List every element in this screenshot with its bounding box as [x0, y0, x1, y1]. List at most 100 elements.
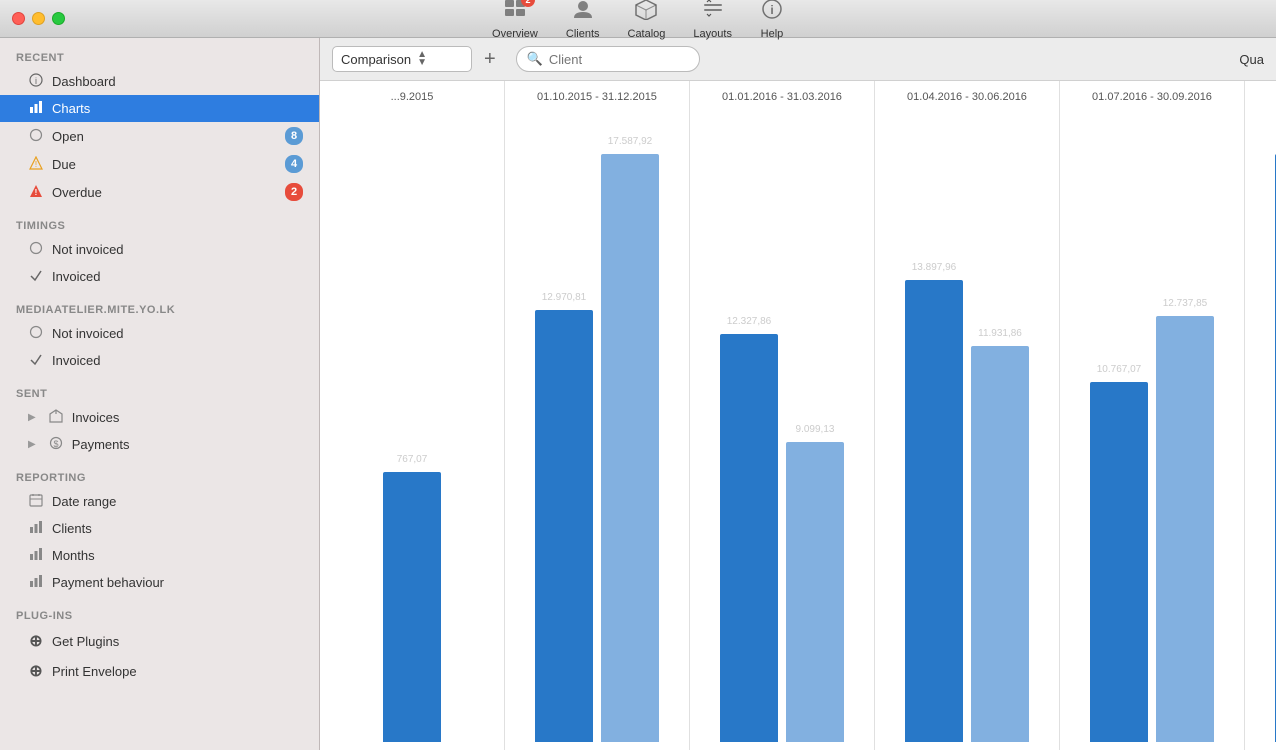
add-button[interactable]: + — [480, 48, 500, 71]
content-toolbar: Comparison ▲ ▼ + 🔍 Qua — [320, 38, 1276, 81]
sidebar-item-payment-behaviour[interactable]: Payment behaviour — [0, 569, 319, 596]
invoiced-timings-icon — [28, 268, 44, 285]
invoices-icon — [48, 409, 64, 426]
svg-text:i: i — [35, 76, 37, 86]
close-button[interactable] — [12, 12, 25, 25]
overview-label: Overview — [492, 28, 538, 40]
sidebar-item-invoiced-media[interactable]: Invoiced — [0, 347, 319, 374]
chart-columns-container: ...9.2015767,0701.10.2015 - 31.12.201512… — [320, 81, 1276, 750]
chart-bars-group: 13.897,9611.931,86 — [881, 117, 1053, 750]
toolbar-overview[interactable]: 2 Overview — [492, 0, 538, 40]
chart-column-col6: 01.10.2016 - 31...17.587,926.5... — [1245, 81, 1276, 750]
bar-value-label: 9.099,13 — [796, 424, 835, 435]
overview-icon: 2 — [503, 0, 527, 26]
chart-bar[interactable]: 9.099,13 — [786, 442, 844, 742]
sidebar-item-not-invoiced-media[interactable]: Not invoiced — [0, 320, 319, 347]
chart-bar[interactable]: 12.327,86 — [720, 334, 778, 742]
titlebar: 2 Overview Clients — [0, 0, 1276, 38]
chart-bar[interactable]: 12.970,81 — [535, 310, 593, 742]
sidebar-open-label: Open — [52, 129, 277, 144]
toolbar-catalog[interactable]: Catalog — [628, 0, 666, 40]
toolbar-layouts[interactable]: Layouts — [693, 0, 732, 40]
sidebar: RECENT i Dashboard Charts Open 8 ! — [0, 38, 320, 750]
toolbar-clients[interactable]: Clients — [566, 0, 600, 40]
catalog-label: Catalog — [628, 28, 666, 40]
section-sent: SENT — [0, 374, 319, 404]
sidebar-item-invoices[interactable]: ▶ Invoices — [0, 404, 319, 431]
section-timings: TIMINGS — [0, 206, 319, 236]
chart-column-col1: ...9.2015 767,07 — [320, 81, 505, 750]
get-plugins-icon: ⊕ — [28, 631, 44, 651]
chart-bars-group: 12.970,8117.587,92 — [511, 117, 683, 750]
bar-value-label: 17.587,92 — [608, 136, 653, 147]
column-label: Qua — [1239, 52, 1264, 67]
sidebar-item-months[interactable]: Months — [0, 542, 319, 569]
help-icon: i — [760, 0, 784, 26]
traffic-lights — [12, 12, 65, 25]
chart-bar[interactable]: 13.897,96 — [905, 280, 963, 742]
toolbar-help[interactable]: i Help — [760, 0, 784, 40]
overdue-icon: ! — [28, 184, 44, 201]
sidebar-item-date-range[interactable]: Date range — [0, 488, 319, 515]
payment-behaviour-icon — [28, 574, 44, 591]
due-icon: ! — [28, 156, 44, 173]
sidebar-dashboard-label: Dashboard — [52, 74, 303, 89]
bar-value-label: 767,07 — [397, 454, 428, 465]
chart-bar[interactable]: 17.587,92 — [601, 154, 659, 742]
months-icon — [28, 547, 44, 564]
layouts-icon — [701, 0, 725, 26]
minimize-button[interactable] — [32, 12, 45, 25]
bar-value-label: 10.767,07 — [1097, 364, 1142, 375]
open-count: 8 — [285, 127, 303, 145]
search-input[interactable] — [549, 52, 689, 67]
sidebar-item-get-plugins[interactable]: ⊕ Get Plugins — [0, 626, 319, 656]
open-icon — [28, 128, 44, 145]
sidebar-invoices-label: Invoices — [72, 410, 303, 425]
sidebar-item-open[interactable]: Open 8 — [0, 122, 319, 150]
chart-column-col4: 01.04.2016 - 30.06.201613.897,9611.931,8… — [875, 81, 1060, 750]
dropdown-arrow: ▲ ▼ — [417, 51, 427, 67]
bar-value-label: 12.970,81 — [542, 292, 587, 303]
sidebar-item-dashboard[interactable]: i Dashboard — [0, 68, 319, 95]
chart-bars-group: 767,07 — [326, 117, 498, 750]
chart-bars-group: 10.767,0712.737,85 — [1066, 117, 1238, 750]
section-reporting: REPORTING — [0, 458, 319, 488]
bar-value-label: 12.327,86 — [727, 316, 772, 327]
sidebar-not-invoiced-media-label: Not invoiced — [52, 326, 303, 341]
app-body: RECENT i Dashboard Charts Open 8 ! — [0, 38, 1276, 750]
date-range-icon — [28, 493, 44, 510]
sidebar-item-charts[interactable]: Charts — [0, 95, 319, 122]
sidebar-charts-label: Charts — [52, 101, 303, 116]
chart-column-col2: 01.10.2015 - 31.12.201512.970,8117.587,9… — [505, 81, 690, 750]
chart-bar[interactable]: 10.767,07 — [1090, 382, 1148, 742]
svg-text:i: i — [770, 3, 773, 17]
sidebar-item-due[interactable]: ! Due 4 — [0, 150, 319, 178]
sidebar-invoiced-timings-label: Invoiced — [52, 269, 303, 284]
sidebar-item-not-invoiced-timings[interactable]: Not invoiced — [0, 236, 319, 263]
content-area: Comparison ▲ ▼ + 🔍 Qua ...9.2015 767,07 01… — [320, 38, 1276, 750]
sidebar-item-clients-report[interactable]: Clients — [0, 515, 319, 542]
chart-col-header: 01.10.2015 - 31.12.2015 — [535, 81, 659, 117]
sidebar-item-invoiced-timings[interactable]: Invoiced — [0, 263, 319, 290]
clients-icon — [571, 0, 595, 26]
sidebar-item-payments[interactable]: ▶ $ Payments — [0, 431, 319, 458]
chart-bars-group: 17.587,926.5... — [1251, 117, 1276, 750]
sidebar-print-envelope-label: Print Envelope — [52, 664, 303, 679]
sidebar-item-overdue[interactable]: ! Overdue 2 — [0, 178, 319, 206]
sidebar-item-print-envelope[interactable]: ⊕ Print Envelope — [0, 656, 319, 686]
sidebar-get-plugins-label: Get Plugins — [52, 634, 303, 649]
chart-col-header: ...9.2015 — [389, 81, 436, 117]
search-icon: 🔍 — [527, 51, 543, 67]
chart-bar[interactable]: 12.737,85 — [1156, 316, 1214, 742]
comparison-dropdown[interactable]: Comparison ▲ ▼ — [332, 46, 472, 72]
maximize-button[interactable] — [52, 12, 65, 25]
sidebar-clients-report-label: Clients — [52, 521, 303, 536]
chart-column-col3: 01.01.2016 - 31.03.201612.327,869.099,13 — [690, 81, 875, 750]
payments-icon: $ — [48, 436, 64, 453]
clients-label: Clients — [566, 28, 600, 40]
chart-bar[interactable]: 11.931,86 — [971, 346, 1029, 742]
layouts-label: Layouts — [693, 28, 732, 40]
info-icon: i — [28, 73, 44, 90]
overview-badge: 2 — [521, 0, 535, 7]
chart-bar[interactable]: 767,07 — [383, 472, 441, 742]
